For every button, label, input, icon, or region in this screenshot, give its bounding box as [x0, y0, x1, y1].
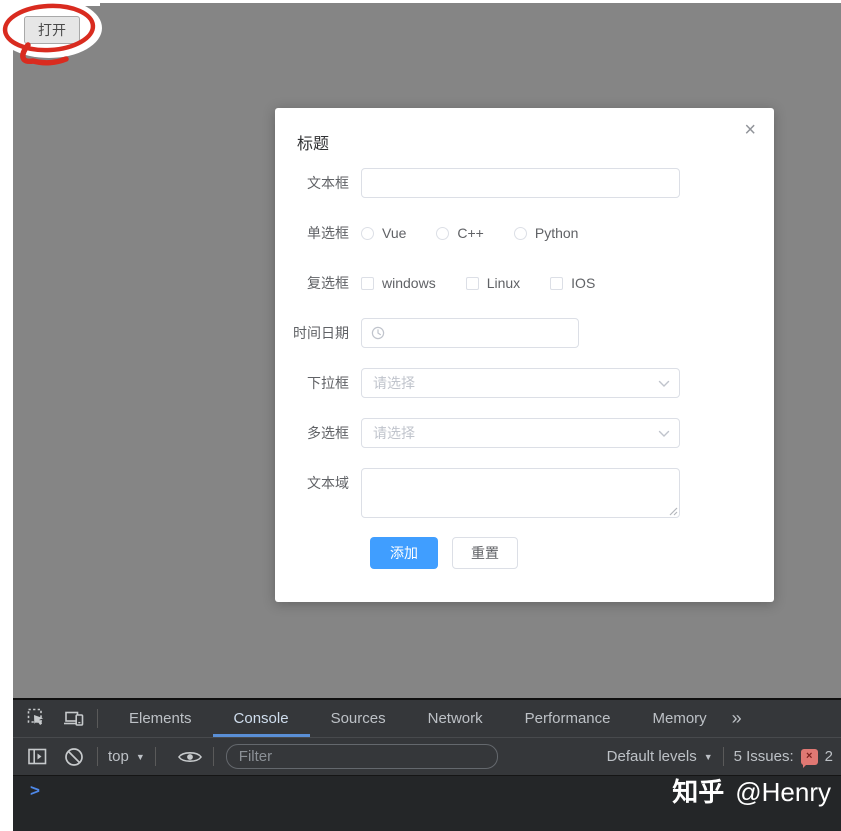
- open-dialog-button[interactable]: 打开: [24, 16, 80, 44]
- text-input[interactable]: [361, 168, 680, 198]
- checkbox-icon: [550, 277, 563, 290]
- checkbox-option-linux[interactable]: Linux: [466, 275, 520, 291]
- field-label: 下拉框: [275, 368, 361, 408]
- tab-elements[interactable]: Elements: [108, 700, 213, 737]
- console-sidebar-icon[interactable]: [24, 744, 50, 770]
- checkbox-option-windows[interactable]: windows: [361, 275, 436, 291]
- toolbar-right-group: Default levels ▼ 5 Issues: × 2: [607, 747, 833, 766]
- eye-icon[interactable]: [177, 744, 203, 770]
- checkbox-label: IOS: [571, 275, 595, 291]
- dialog-title: 标题: [297, 130, 329, 154]
- radio-option-cpp[interactable]: C++: [436, 225, 483, 241]
- issues-error-icon[interactable]: ×: [801, 749, 818, 765]
- tab-performance[interactable]: Performance: [504, 700, 632, 737]
- clear-console-icon[interactable]: [61, 744, 87, 770]
- console-toolbar: top ▼ Default levels ▼ 5 Issues: × 2: [13, 737, 841, 775]
- select-placeholder: 请选择: [362, 373, 415, 393]
- radio-label: Python: [535, 225, 579, 241]
- devtools-panel: Elements Console Sources Network Perform…: [13, 698, 841, 831]
- field-label: 单选框: [275, 218, 361, 258]
- field-label: 复选框: [275, 268, 361, 308]
- close-icon[interactable]: ×: [744, 120, 756, 140]
- devtools-tab-bar: Elements Console Sources Network Perform…: [13, 700, 841, 737]
- reset-button[interactable]: 重置: [452, 537, 518, 569]
- console-output-area[interactable]: >: [13, 775, 841, 831]
- form-row-select: 下拉框 请选择: [275, 358, 774, 408]
- console-filter-input[interactable]: [226, 744, 498, 769]
- issues-label[interactable]: 5 Issues:: [734, 748, 794, 765]
- tab-memory[interactable]: Memory: [632, 700, 728, 737]
- checkbox-option-ios[interactable]: IOS: [550, 275, 595, 291]
- add-button[interactable]: 添加: [370, 537, 438, 569]
- chevron-down-icon: [658, 430, 670, 438]
- field-label: 文本框: [275, 168, 361, 208]
- log-levels-selector[interactable]: Default levels ▼: [607, 748, 713, 765]
- checkbox-label: windows: [382, 275, 436, 291]
- dialog: 标题 × 文本框 单选框 Vue C++ Python 复选框 windows …: [275, 108, 774, 602]
- checkbox-label: Linux: [487, 275, 520, 291]
- radio-option-python[interactable]: Python: [514, 225, 579, 241]
- datetime-input[interactable]: [361, 318, 579, 348]
- radio-icon: [436, 227, 449, 240]
- device-toolbar-icon[interactable]: [61, 706, 87, 732]
- tab-sources[interactable]: Sources: [310, 700, 407, 737]
- form-row-text: 文本框: [275, 158, 774, 208]
- select-dropdown[interactable]: 请选择: [361, 368, 680, 398]
- toolbar-separator: [97, 709, 98, 728]
- radio-label: C++: [457, 225, 483, 241]
- form-row-multiselect: 多选框 请选择: [275, 408, 774, 458]
- console-prompt-icon[interactable]: >: [30, 781, 40, 801]
- clock-icon: [371, 326, 385, 340]
- select-placeholder: 请选择: [362, 423, 415, 443]
- caret-down-icon: ▼: [136, 752, 145, 762]
- context-label: top: [108, 748, 129, 765]
- radio-option-vue[interactable]: Vue: [361, 225, 406, 241]
- checkbox-icon: [466, 277, 479, 290]
- tab-console[interactable]: Console: [213, 700, 310, 737]
- context-selector[interactable]: top ▼: [108, 748, 145, 765]
- radio-icon: [514, 227, 527, 240]
- checkbox-icon: [361, 277, 374, 290]
- toolbar-separator: [155, 747, 156, 766]
- textarea-input[interactable]: [361, 468, 680, 518]
- toolbar-separator: [213, 747, 214, 766]
- field-label: 多选框: [275, 418, 361, 458]
- more-tabs-icon[interactable]: »: [732, 708, 742, 729]
- resize-handle[interactable]: [668, 506, 678, 516]
- log-levels-label: Default levels: [607, 748, 697, 765]
- issues-count[interactable]: 2: [825, 748, 833, 765]
- dialog-actions: 添加 重置: [275, 537, 774, 569]
- chevron-down-icon: [658, 380, 670, 388]
- toolbar-separator: [97, 747, 98, 766]
- field-label: 时间日期: [275, 318, 361, 358]
- dialog-form: 文本框 单选框 Vue C++ Python 复选框 windows Linux…: [275, 158, 774, 569]
- radio-label: Vue: [382, 225, 406, 241]
- form-row-textarea: 文本域: [275, 458, 774, 518]
- radio-icon: [361, 227, 374, 240]
- field-label: 文本域: [275, 468, 361, 518]
- toolbar-separator: [723, 747, 724, 766]
- form-row-radio: 单选框 Vue C++ Python: [275, 208, 774, 258]
- form-row-datetime: 时间日期: [275, 308, 774, 358]
- inspect-element-icon[interactable]: [24, 706, 50, 732]
- multiselect-dropdown[interactable]: 请选择: [361, 418, 680, 448]
- caret-down-icon: ▼: [704, 752, 713, 762]
- tab-network[interactable]: Network: [407, 700, 504, 737]
- form-row-checkbox: 复选框 windows Linux IOS: [275, 258, 774, 308]
